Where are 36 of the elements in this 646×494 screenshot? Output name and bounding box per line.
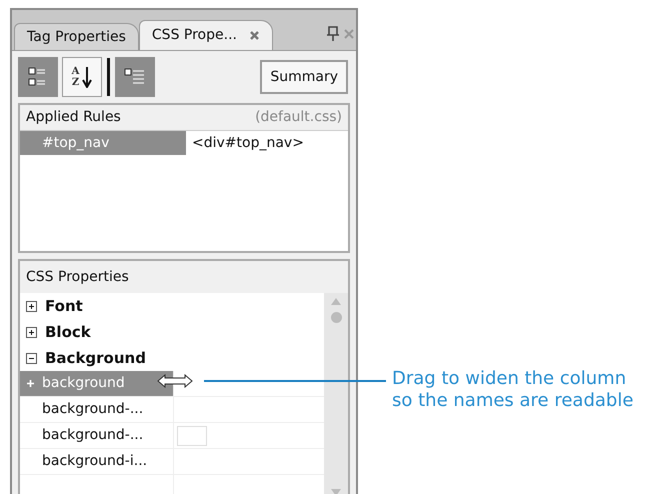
tab[interactable]: Tag Properties [14, 23, 139, 50]
rule-name: #top_nav [20, 131, 186, 155]
property-name[interactable]: background-... [20, 397, 174, 422]
callout-text: Drag to widen the column [392, 368, 628, 390]
pane-title: CSS Properties [26, 268, 129, 286]
callout-text: so the names are readable [392, 390, 634, 412]
scrollbar[interactable] [324, 293, 348, 494]
expand-toggle[interactable] [26, 326, 37, 338]
rule-row[interactable]: #top_nav <div#top_nav> [20, 131, 348, 155]
summary-button[interactable]: Summary [260, 60, 348, 94]
scroll-thumb[interactable] [330, 312, 342, 323]
sort-letter: A [72, 66, 80, 77]
color-swatch[interactable] [177, 426, 207, 446]
scroll-up-arrow-icon[interactable] [330, 297, 342, 306]
toolbar-button[interactable]: A Z [62, 57, 102, 97]
collapse-toggle[interactable] [26, 352, 37, 364]
rule-context: <div#top_nav> [191, 134, 304, 152]
toolbar-button[interactable] [18, 57, 58, 97]
close-icon[interactable] [344, 29, 354, 39]
property-list-icon [124, 67, 146, 87]
pin-icon[interactable] [326, 26, 340, 42]
tab[interactable]: CSS Prope... [138, 20, 273, 50]
sort-letter: Z [72, 77, 80, 88]
pane-title: Applied Rules [26, 108, 121, 127]
close-icon[interactable] [248, 30, 260, 41]
expand-icon[interactable] [26, 379, 35, 388]
category-label[interactable]: Block [45, 320, 91, 344]
category-list-icon [28, 66, 48, 88]
property-name[interactable]: background-i... [20, 449, 174, 474]
category-label[interactable]: Background [45, 346, 146, 370]
expand-toggle[interactable] [26, 300, 37, 312]
down-arrow-icon [82, 66, 92, 88]
resize-cursor-icon [157, 374, 193, 388]
file-name: (default.css) [255, 108, 342, 127]
property-name[interactable]: background-... [20, 423, 174, 448]
category-label[interactable]: Font [45, 294, 83, 318]
